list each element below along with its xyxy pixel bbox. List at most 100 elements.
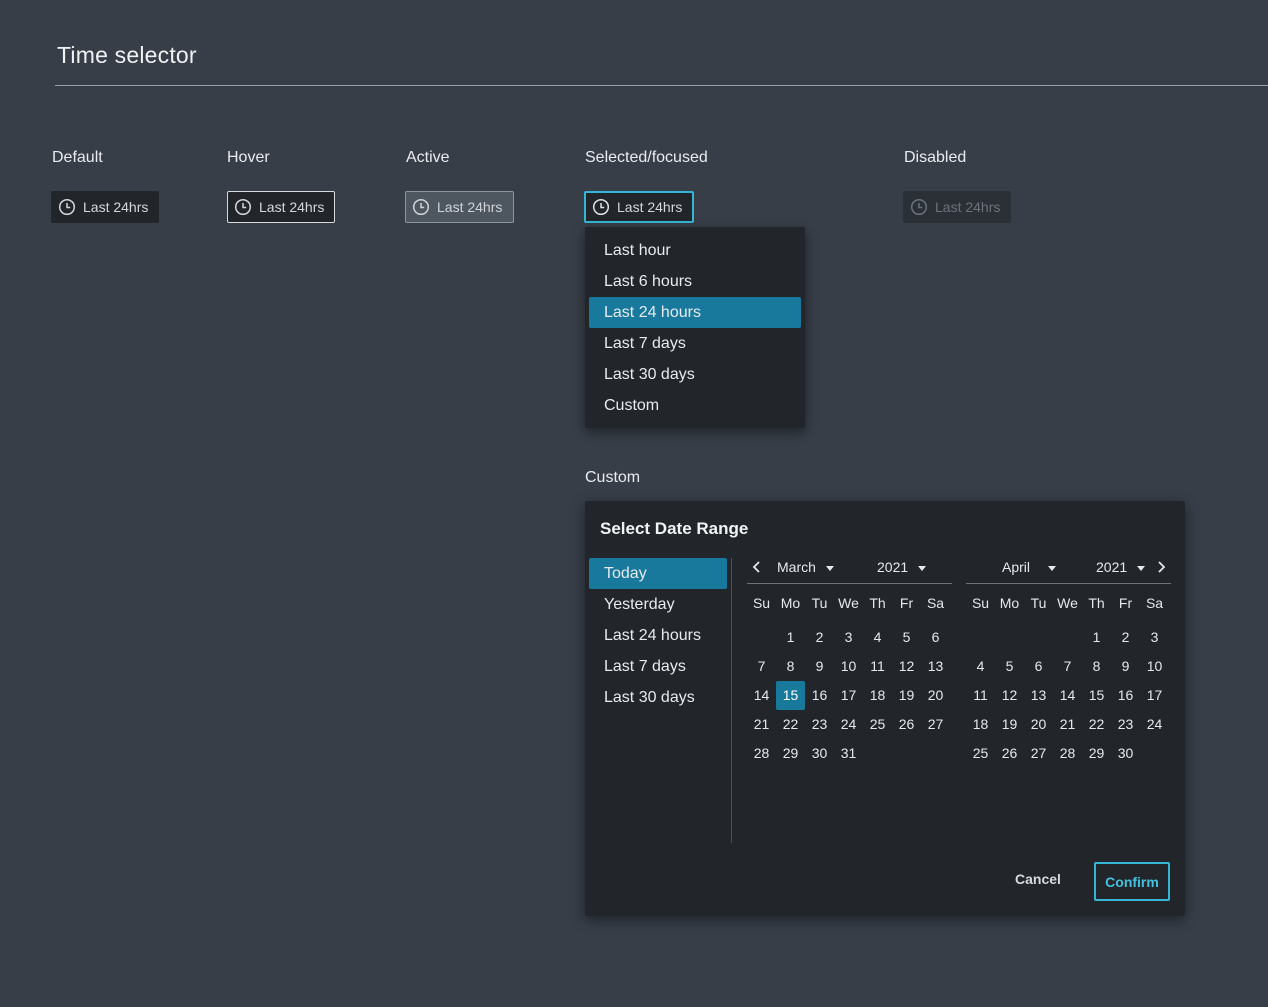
dropdown-item-last-6-hours[interactable]: Last 6 hours — [589, 266, 801, 297]
confirm-button[interactable]: Confirm — [1094, 862, 1170, 901]
calendar-day[interactable]: 25 — [966, 739, 995, 768]
calendar-day[interactable]: 11 — [966, 681, 995, 710]
calendar-day[interactable]: 28 — [1053, 739, 1082, 768]
calendar-day[interactable]: 23 — [1111, 710, 1140, 739]
preset-last-24-hours[interactable]: Last 24 hours — [589, 620, 727, 651]
calendar-day[interactable]: 12 — [995, 681, 1024, 710]
year-select[interactable]: 2021 — [877, 559, 927, 575]
calendar-day-empty — [863, 739, 892, 768]
calendar-day[interactable]: 8 — [1082, 652, 1111, 681]
calendar-day[interactable]: 26 — [995, 739, 1024, 768]
year-select[interactable]: 2021 — [1096, 559, 1146, 575]
calendar-day[interactable]: 16 — [805, 681, 834, 710]
calendar-day[interactable]: 30 — [1111, 739, 1140, 768]
time-range-dropdown: Last hour Last 6 hours Last 24 hours Las… — [585, 227, 805, 428]
calendar-day[interactable]: 26 — [892, 710, 921, 739]
calendar-day[interactable]: 3 — [834, 623, 863, 652]
calendar-day[interactable]: 8 — [776, 652, 805, 681]
weekday-header: Su Mo Tu We Th Fr Sa — [747, 595, 952, 615]
calendar-day[interactable]: 23 — [805, 710, 834, 739]
calendar-day[interactable]: 17 — [834, 681, 863, 710]
time-selector-label: Last 24hrs — [617, 199, 683, 215]
clock-icon — [592, 198, 610, 216]
preset-yesterday[interactable]: Yesterday — [589, 589, 727, 620]
calendar-day[interactable]: 29 — [1082, 739, 1111, 768]
calendar-day[interactable]: 11 — [863, 652, 892, 681]
weekday-label: Mo — [999, 595, 1020, 611]
calendar-day[interactable]: 19 — [995, 710, 1024, 739]
calendar-day-empty — [747, 623, 776, 652]
calendar-day[interactable]: 28 — [747, 739, 776, 768]
calendar-day[interactable]: 30 — [805, 739, 834, 768]
dropdown-item-last-7-days[interactable]: Last 7 days — [589, 328, 801, 359]
clock-icon — [58, 198, 76, 216]
calendar-day-empty — [966, 623, 995, 652]
calendar-day[interactable]: 13 — [1024, 681, 1053, 710]
calendar-day[interactable]: 1 — [776, 623, 805, 652]
month-select[interactable]: March — [777, 559, 834, 575]
preset-today[interactable]: Today — [589, 558, 727, 589]
calendar-day[interactable]: 12 — [892, 652, 921, 681]
calendar-day[interactable]: 24 — [1140, 710, 1169, 739]
month-select[interactable]: April — [1002, 559, 1057, 575]
calendar-day[interactable]: 4 — [966, 652, 995, 681]
calendar-day[interactable]: 14 — [747, 681, 776, 710]
calendar-day[interactable]: 6 — [921, 623, 950, 652]
dropdown-item-last-30-days[interactable]: Last 30 days — [589, 359, 801, 390]
time-selector-label: Last 24hrs — [83, 199, 149, 215]
calendar-day[interactable]: 22 — [1082, 710, 1111, 739]
calendar-day[interactable]: 27 — [1024, 739, 1053, 768]
calendar-day[interactable]: 24 — [834, 710, 863, 739]
dropdown-item-custom[interactable]: Custom — [589, 390, 801, 421]
preset-last-30-days[interactable]: Last 30 days — [589, 682, 727, 713]
time-selector-hover-button[interactable]: Last 24hrs — [227, 191, 335, 223]
time-selector-default-button[interactable]: Last 24hrs — [51, 191, 159, 223]
calendar-day[interactable]: 2 — [1111, 623, 1140, 652]
calendar-day[interactable]: 21 — [1053, 710, 1082, 739]
calendar-day[interactable]: 9 — [805, 652, 834, 681]
calendar-day[interactable]: 10 — [834, 652, 863, 681]
calendar-day[interactable]: 20 — [1024, 710, 1053, 739]
calendar-day[interactable]: 22 — [776, 710, 805, 739]
calendar-day[interactable]: 16 — [1111, 681, 1140, 710]
calendar-day[interactable]: 6 — [1024, 652, 1053, 681]
calendar-day[interactable]: 31 — [834, 739, 863, 768]
calendar-day[interactable]: 3 — [1140, 623, 1169, 652]
calendar-day[interactable]: 10 — [1140, 652, 1169, 681]
calendar-day[interactable]: 19 — [892, 681, 921, 710]
cancel-button[interactable]: Cancel — [1015, 871, 1061, 887]
calendar-day[interactable]: 2 — [805, 623, 834, 652]
preset-last-7-days[interactable]: Last 7 days — [589, 651, 727, 682]
time-selector-label: Last 24hrs — [935, 199, 1001, 215]
calendar-day[interactable]: 21 — [747, 710, 776, 739]
chevron-left-icon[interactable] — [749, 559, 765, 575]
calendar-day-selected[interactable]: 15 — [776, 681, 805, 710]
calendar-day[interactable]: 5 — [995, 652, 1024, 681]
calendar-day[interactable]: 18 — [863, 681, 892, 710]
calendar-day[interactable]: 13 — [921, 652, 950, 681]
dropdown-item-last-24-hours[interactable]: Last 24 hours — [589, 297, 801, 328]
calendar-day[interactable]: 29 — [776, 739, 805, 768]
calendar-day[interactable]: 7 — [747, 652, 776, 681]
calendar-day[interactable]: 9 — [1111, 652, 1140, 681]
calendar-day[interactable]: 18 — [966, 710, 995, 739]
dropdown-item-last-hour[interactable]: Last hour — [589, 235, 801, 266]
calendar-day[interactable]: 15 — [1082, 681, 1111, 710]
calendar-day[interactable]: 4 — [863, 623, 892, 652]
calendar-day[interactable]: 17 — [1140, 681, 1169, 710]
chevron-right-icon[interactable] — [1153, 559, 1169, 575]
month-label: March — [777, 559, 816, 575]
calendar-day[interactable]: 1 — [1082, 623, 1111, 652]
calendar-day[interactable]: 27 — [921, 710, 950, 739]
calendar-day[interactable]: 20 — [921, 681, 950, 710]
calendar-day[interactable]: 5 — [892, 623, 921, 652]
calendar-day-empty — [1140, 739, 1169, 768]
calendar-day[interactable]: 7 — [1053, 652, 1082, 681]
week-row: 28 29 30 31 — [747, 739, 952, 768]
time-selector-active-button[interactable]: Last 24hrs — [405, 191, 514, 223]
calendar-day[interactable]: 25 — [863, 710, 892, 739]
state-label-hover: Hover — [227, 149, 270, 166]
state-label-active: Active — [406, 149, 450, 166]
time-selector-focused-button[interactable]: Last 24hrs — [584, 191, 694, 223]
calendar-day[interactable]: 14 — [1053, 681, 1082, 710]
